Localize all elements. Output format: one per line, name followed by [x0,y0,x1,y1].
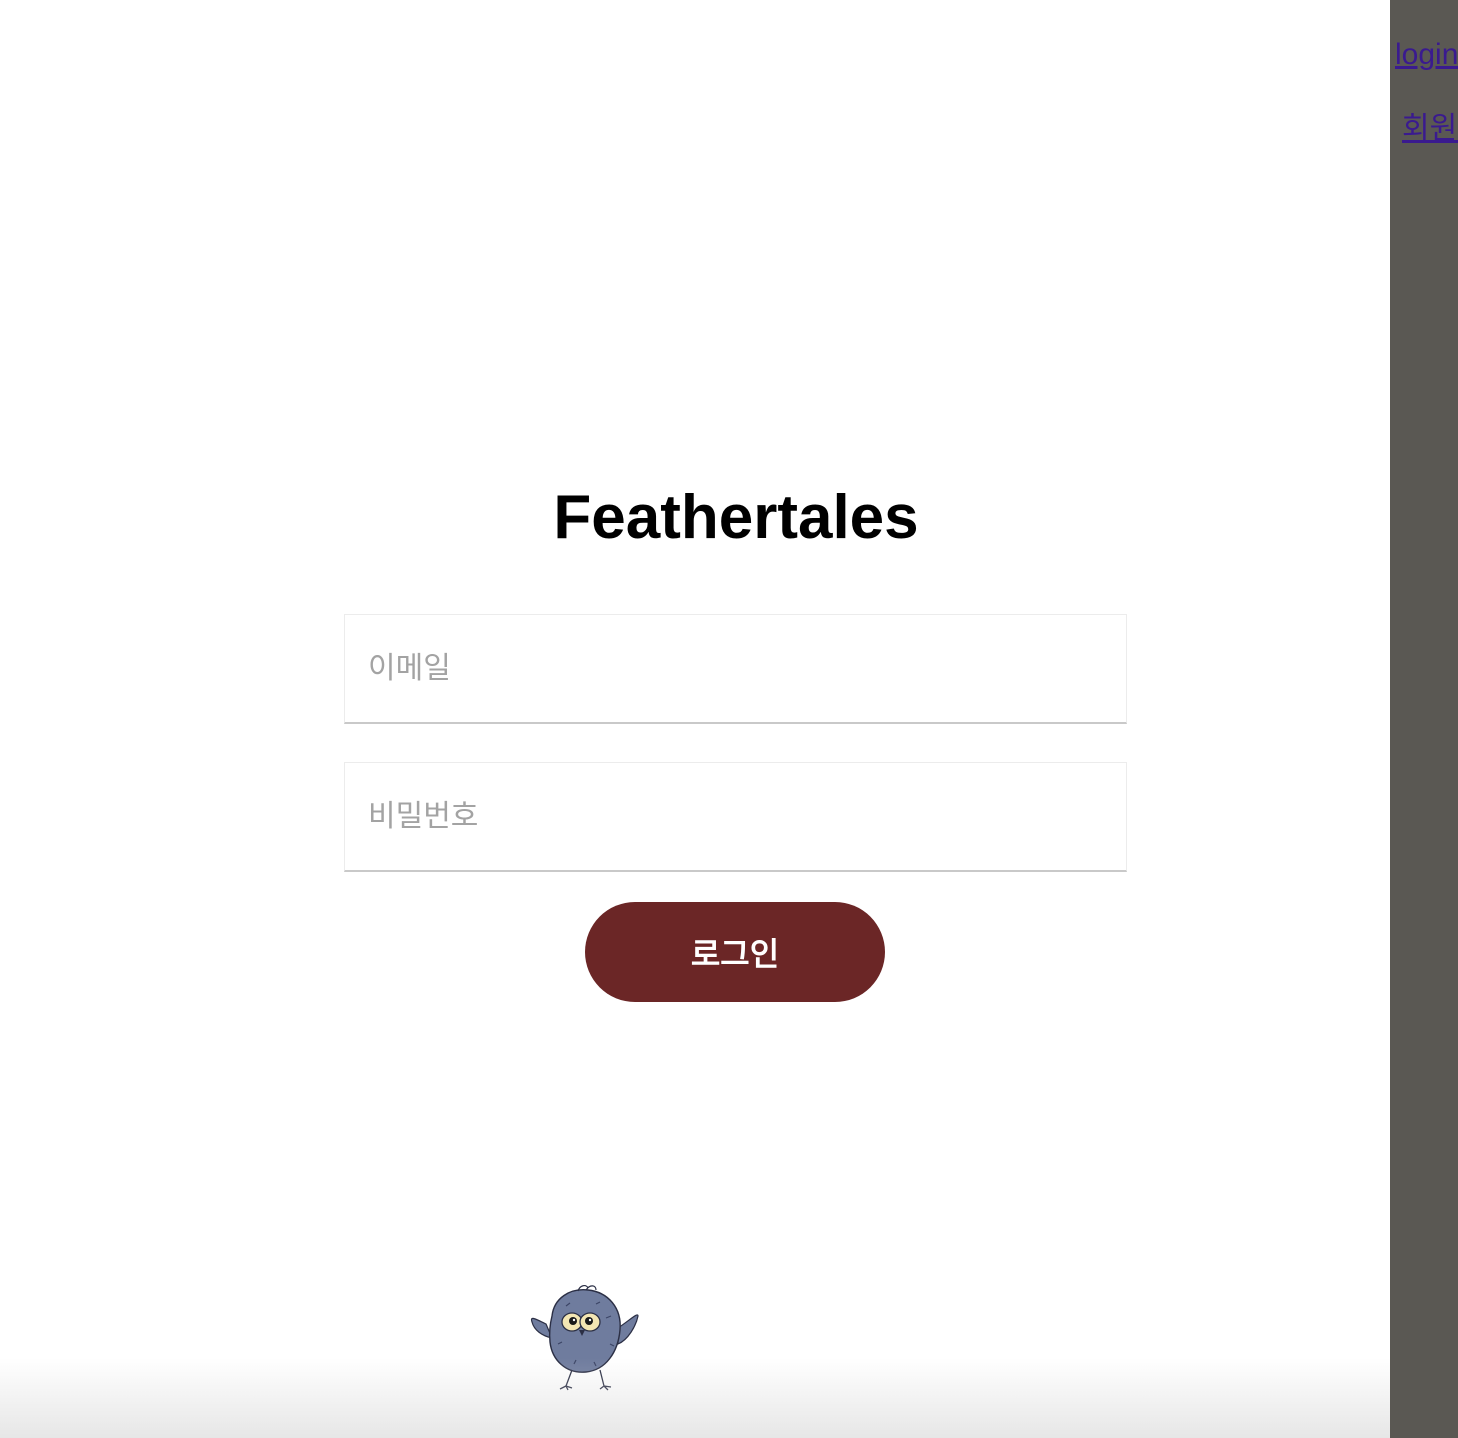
email-field[interactable] [344,614,1127,724]
login-button[interactable]: 로그인 [585,902,885,1002]
page-title: Feathertales [553,483,919,552]
login-link[interactable]: login [1395,36,1458,74]
login-page: Feathertales 로그인 [0,0,1390,1438]
owl-mascot-icon [530,1285,639,1391]
signup-link[interactable]: 회원가입 [1402,110,1458,148]
password-field[interactable] [344,762,1127,872]
bottom-shadow [0,1358,1390,1438]
sidebar: login 회원가입 [1390,0,1458,1438]
